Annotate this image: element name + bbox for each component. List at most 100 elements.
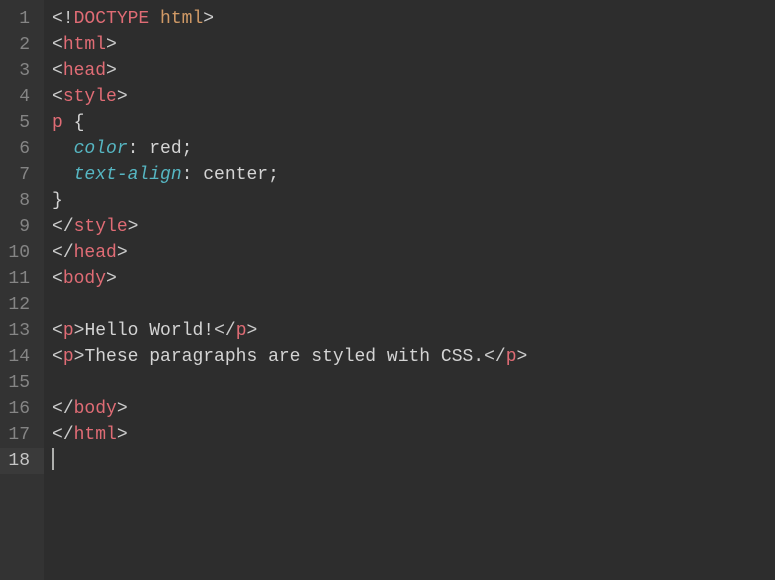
line-number: 4 xyxy=(8,84,30,110)
token: / xyxy=(63,399,74,419)
token: < xyxy=(484,347,495,367)
token: text-align xyxy=(74,165,182,185)
token: p xyxy=(506,347,517,367)
code-line[interactable]: </body> xyxy=(52,396,775,422)
token: style xyxy=(74,217,128,237)
token: < xyxy=(52,87,63,107)
line-number: 5 xyxy=(8,110,30,136)
line-number-active: 18 xyxy=(0,448,44,474)
line-number-gutter: 1 2 3 4 5 6 7 8 9 10 11 12 13 14 15 16 1… xyxy=(0,0,44,580)
token: > xyxy=(203,9,214,29)
token: { xyxy=(74,113,85,133)
code-line[interactable] xyxy=(52,370,775,396)
token: ; xyxy=(182,139,193,159)
code-line[interactable]: </style> xyxy=(52,214,775,240)
token: : xyxy=(182,165,204,185)
token: > xyxy=(106,61,117,81)
text-cursor-icon xyxy=(52,448,54,470)
code-line[interactable]: <style> xyxy=(52,84,775,110)
token: < xyxy=(52,269,63,289)
token: > xyxy=(117,243,128,263)
token: <! xyxy=(52,9,74,29)
token: < xyxy=(52,217,63,237)
token: DOCTYPE xyxy=(74,9,150,29)
token: > xyxy=(106,35,117,55)
code-line[interactable]: <head> xyxy=(52,58,775,84)
line-number: 7 xyxy=(8,162,30,188)
line-number: 12 xyxy=(8,292,30,318)
code-line[interactable]: } xyxy=(52,188,775,214)
token: > xyxy=(117,425,128,445)
code-line[interactable]: <p>Hello World!</p> xyxy=(52,318,775,344)
token: > xyxy=(74,347,85,367)
code-line[interactable]: </head> xyxy=(52,240,775,266)
token: head xyxy=(74,243,117,263)
token: / xyxy=(495,347,506,367)
code-line[interactable]: <html> xyxy=(52,32,775,58)
line-number: 1 xyxy=(8,6,30,32)
code-line[interactable]: <p>These paragraphs are styled with CSS.… xyxy=(52,344,775,370)
token: body xyxy=(63,269,106,289)
code-line[interactable]: color: red; xyxy=(52,136,775,162)
token: < xyxy=(52,399,63,419)
line-number: 6 xyxy=(8,136,30,162)
line-number: 9 xyxy=(8,214,30,240)
token: > xyxy=(106,269,117,289)
token: html xyxy=(160,9,203,29)
code-line[interactable]: <!DOCTYPE html> xyxy=(52,6,775,32)
token: / xyxy=(63,217,74,237)
token xyxy=(52,139,74,159)
token: html xyxy=(63,35,106,55)
line-number: 13 xyxy=(8,318,30,344)
line-number: 15 xyxy=(8,370,30,396)
code-line[interactable]: text-align: center; xyxy=(52,162,775,188)
token: > xyxy=(517,347,528,367)
line-number: 10 xyxy=(8,240,30,266)
line-number: 11 xyxy=(8,266,30,292)
token: < xyxy=(52,35,63,55)
token xyxy=(149,9,160,29)
token: red xyxy=(149,139,181,159)
code-line[interactable]: </html> xyxy=(52,422,775,448)
token: Hello World! xyxy=(84,321,214,341)
token: < xyxy=(214,321,225,341)
line-number: 16 xyxy=(8,396,30,422)
token: center xyxy=(203,165,268,185)
token: > xyxy=(74,321,85,341)
token: html xyxy=(74,425,117,445)
token: color xyxy=(74,139,128,159)
line-number: 8 xyxy=(8,188,30,214)
token: p xyxy=(52,113,74,133)
token: body xyxy=(74,399,117,419)
line-number: 3 xyxy=(8,58,30,84)
token: > xyxy=(117,399,128,419)
token: p xyxy=(236,321,247,341)
token: } xyxy=(52,191,63,211)
code-line[interactable]: <body> xyxy=(52,266,775,292)
token: ; xyxy=(268,165,279,185)
token: < xyxy=(52,425,63,445)
token: > xyxy=(247,321,258,341)
token: / xyxy=(225,321,236,341)
token: / xyxy=(63,425,74,445)
code-editor-area[interactable]: <!DOCTYPE html> <html> <head> <style> p … xyxy=(44,0,775,580)
line-number: 2 xyxy=(8,32,30,58)
token: head xyxy=(63,61,106,81)
token: p xyxy=(63,347,74,367)
token: p xyxy=(63,321,74,341)
token: < xyxy=(52,243,63,263)
token: / xyxy=(63,243,74,263)
token: < xyxy=(52,321,63,341)
code-line[interactable]: p { xyxy=(52,110,775,136)
token: > xyxy=(128,217,139,237)
token: < xyxy=(52,347,63,367)
token xyxy=(52,165,74,185)
token: < xyxy=(52,61,63,81)
token: : xyxy=(128,139,150,159)
line-number: 14 xyxy=(8,344,30,370)
code-line[interactable] xyxy=(52,292,775,318)
code-line-active[interactable] xyxy=(52,448,775,474)
line-number: 17 xyxy=(8,422,30,448)
token: style xyxy=(63,87,117,107)
token: These paragraphs are styled with CSS. xyxy=(84,347,484,367)
